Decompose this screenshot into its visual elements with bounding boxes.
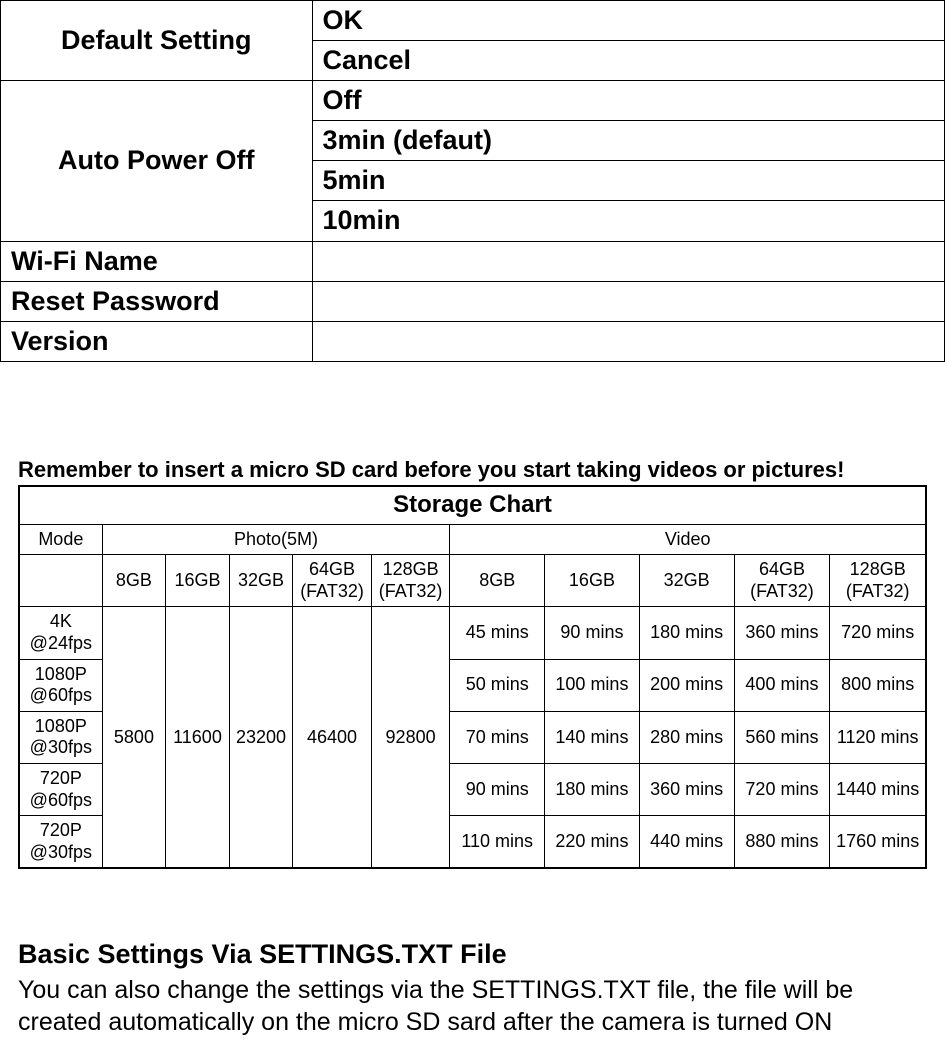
chart-video-cell: 560 mins <box>734 711 830 763</box>
chart-photo-cell: 92800 <box>371 607 450 868</box>
chart-video-header: Video <box>450 524 926 555</box>
setting-value <box>312 281 944 321</box>
chart-cell: 64GB (FAT32) <box>293 555 372 607</box>
chart-video-cell: 1120 mins <box>830 711 926 763</box>
setting-value <box>312 321 944 361</box>
chart-photo-cell: 46400 <box>293 607 372 868</box>
chart-video-cell: 280 mins <box>639 711 734 763</box>
chart-photo-cell: 11600 <box>166 607 230 868</box>
table-row: Auto Power Off Off <box>1 81 945 121</box>
chart-title: Storage Chart <box>19 486 926 524</box>
chart-video-cell: 200 mins <box>639 659 734 711</box>
setting-option: 5min <box>312 161 944 201</box>
chart-cell: 64GB (FAT32) <box>734 555 830 607</box>
chart-video-cell: 70 mins <box>450 711 545 763</box>
chart-title-row: Storage Chart <box>19 486 926 524</box>
setting-label-auto-power-off: Auto Power Off <box>1 81 313 241</box>
setting-label-default: Default Setting <box>1 1 313 81</box>
section-heading: Basic Settings Via SETTINGS.TXT File <box>18 939 945 970</box>
chart-video-cell: 90 mins <box>450 763 545 815</box>
chart-video-cell: 360 mins <box>734 607 830 659</box>
chart-cell: 32GB <box>229 555 293 607</box>
chart-video-cell: 180 mins <box>639 607 734 659</box>
section-body: You can also change the settings via the… <box>18 974 927 1038</box>
setting-label-reset-password: Reset Password <box>1 281 313 321</box>
chart-video-cell: 45 mins <box>450 607 545 659</box>
chart-photo-cell: 23200 <box>229 607 293 868</box>
setting-label-version: Version <box>1 321 313 361</box>
chart-mode-cell: 1080P @30fps <box>19 711 102 763</box>
settings-table: Default Setting OK Cancel Auto Power Off… <box>0 0 945 362</box>
chart-capacity-row: 8GB 16GB 32GB 64GB (FAT32) 128GB (FAT32)… <box>19 555 926 607</box>
chart-cell <box>19 555 102 607</box>
chart-video-cell: 800 mins <box>830 659 926 711</box>
chart-data-row: 4K @24fps 5800 11600 23200 46400 92800 4… <box>19 607 926 659</box>
setting-label-wifi-name: Wi-Fi Name <box>1 241 313 281</box>
chart-video-cell: 110 mins <box>450 816 545 869</box>
chart-video-cell: 1440 mins <box>830 763 926 815</box>
storage-chart: Storage Chart Mode Photo(5M) Video 8GB 1… <box>18 485 927 870</box>
setting-value <box>312 241 944 281</box>
setting-option: Cancel <box>312 41 944 81</box>
chart-video-cell: 440 mins <box>639 816 734 869</box>
setting-option: Off <box>312 81 944 121</box>
table-row: Version <box>1 321 945 361</box>
chart-mode-header: Mode <box>19 524 102 555</box>
chart-cell: 128GB (FAT32) <box>830 555 926 607</box>
chart-photo-cell: 5800 <box>102 607 166 868</box>
chart-mode-cell: 1080P @60fps <box>19 659 102 711</box>
chart-video-cell: 880 mins <box>734 816 830 869</box>
chart-video-cell: 220 mins <box>545 816 640 869</box>
chart-video-cell: 50 mins <box>450 659 545 711</box>
chart-video-cell: 360 mins <box>639 763 734 815</box>
chart-video-cell: 1760 mins <box>830 816 926 869</box>
chart-video-cell: 140 mins <box>545 711 640 763</box>
chart-cell: 16GB <box>166 555 230 607</box>
chart-header-row: Mode Photo(5M) Video <box>19 524 926 555</box>
chart-cell: 128GB (FAT32) <box>371 555 450 607</box>
chart-video-cell: 720 mins <box>734 763 830 815</box>
chart-cell: 8GB <box>450 555 545 607</box>
chart-photo-header: Photo(5M) <box>102 524 450 555</box>
setting-option: OK <box>312 1 944 41</box>
chart-cell: 16GB <box>545 555 640 607</box>
chart-cell: 8GB <box>102 555 166 607</box>
chart-video-cell: 90 mins <box>545 607 640 659</box>
table-row: Default Setting OK <box>1 1 945 41</box>
chart-video-cell: 400 mins <box>734 659 830 711</box>
chart-video-cell: 720 mins <box>830 607 926 659</box>
chart-cell: 32GB <box>639 555 734 607</box>
reminder-text: Remember to insert a micro SD card befor… <box>18 457 945 483</box>
setting-option: 10min <box>312 201 944 241</box>
chart-video-cell: 180 mins <box>545 763 640 815</box>
table-row: Wi-Fi Name <box>1 241 945 281</box>
table-row: Reset Password <box>1 281 945 321</box>
chart-mode-cell: 720P @30fps <box>19 816 102 869</box>
chart-mode-cell: 720P @60fps <box>19 763 102 815</box>
chart-mode-cell: 4K @24fps <box>19 607 102 659</box>
chart-video-cell: 100 mins <box>545 659 640 711</box>
setting-option: 3min (defaut) <box>312 121 944 161</box>
